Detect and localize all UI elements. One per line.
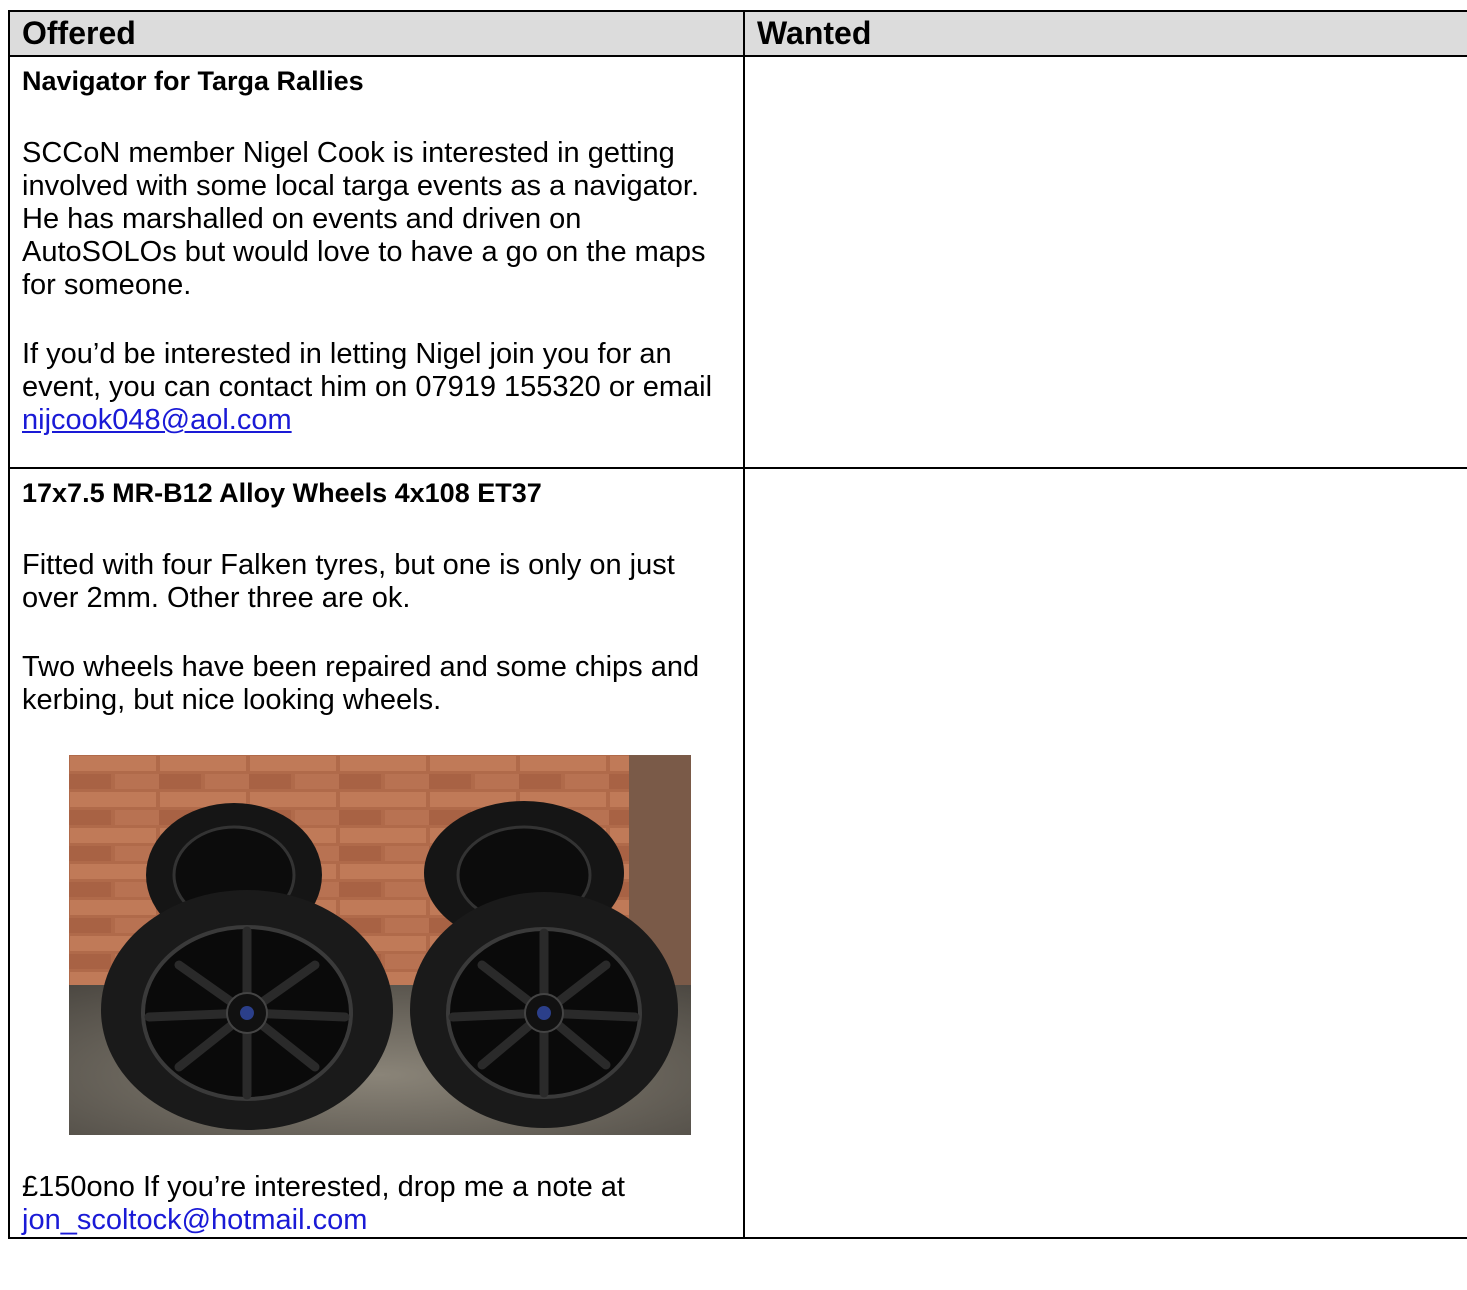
ad-contact-text: If you’d be interested in letting Nigel … [22, 338, 713, 403]
offered-cell: Navigator for Targa Rallies SCCoN member… [8, 55, 745, 469]
email-link[interactable]: jon_scoltock@hotmail.com [22, 1204, 367, 1236]
offered-wanted-table: Offered Wanted Navigator for Targa Ralli… [8, 10, 1467, 1239]
ad-description: Two wheels have been repaired and some c… [22, 651, 700, 716]
offered-header: Offered [8, 10, 745, 57]
ad-description: Fitted with four Falken tyres, but one i… [22, 549, 675, 614]
alloy-wheels-photo [69, 755, 691, 1135]
ad-title: Navigator for Targa Rallies [22, 66, 364, 96]
wanted-header: Wanted [743, 10, 1467, 57]
ad-title: 17x7.5 MR-B12 Alloy Wheels 4x108 ET37 [22, 478, 542, 508]
ad-contact: £150ono If you’re interested, drop me a … [22, 1171, 733, 1237]
classifieds-sheet: Offered Wanted Navigator for Targa Ralli… [8, 10, 1467, 1290]
wanted-cell [743, 55, 1467, 469]
table-row: Navigator for Targa Rallies SCCoN member… [8, 55, 1467, 469]
email-link[interactable]: nijcook048@aol.com [22, 404, 292, 436]
ad-contact: If you’d be interested in letting Nigel … [22, 338, 733, 437]
table-row: 17x7.5 MR-B12 Alloy Wheels 4x108 ET37 Fi… [8, 467, 1467, 1239]
offered-cell: 17x7.5 MR-B12 Alloy Wheels 4x108 ET37 Fi… [8, 467, 745, 1239]
wanted-cell [743, 467, 1467, 1239]
header-row: Offered Wanted [8, 10, 1467, 57]
ad-description: SCCoN member Nigel Cook is interested in… [22, 137, 706, 301]
ad-contact-text: £150ono If you’re interested, drop me a … [22, 1171, 625, 1203]
